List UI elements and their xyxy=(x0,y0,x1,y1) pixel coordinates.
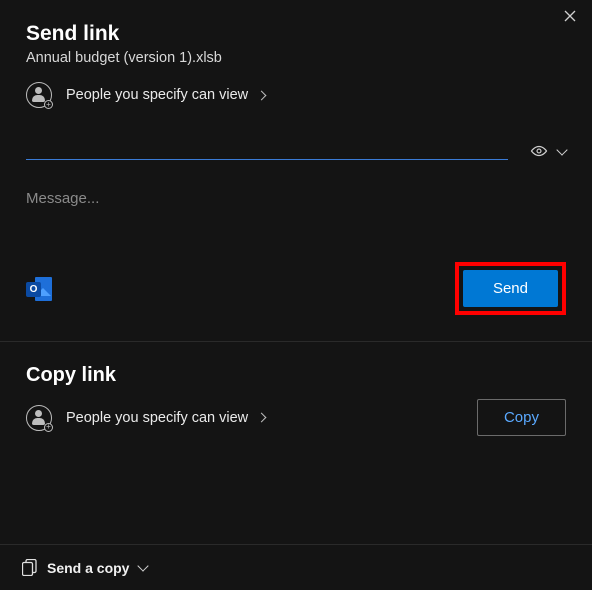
copy-button[interactable]: Copy xyxy=(477,399,566,436)
eye-icon xyxy=(530,144,548,158)
message-input[interactable] xyxy=(26,190,566,207)
send-link-title: Send link xyxy=(26,22,566,46)
send-action-row: O Send xyxy=(26,262,566,341)
copy-link-section: Copy link + People you specify can view … xyxy=(0,342,592,460)
send-button-highlight: Send xyxy=(455,262,566,315)
file-name: Annual budget (version 1).xlsb xyxy=(26,50,566,66)
people-icon: + xyxy=(26,82,52,108)
send-button[interactable]: Send xyxy=(463,270,558,307)
copy-document-icon xyxy=(22,559,37,576)
permission-settings-button[interactable]: + People you specify can view xyxy=(26,80,265,110)
send-a-copy-button[interactable]: Send a copy xyxy=(22,559,147,576)
recipient-input[interactable] xyxy=(26,134,508,160)
chevron-right-icon xyxy=(257,413,267,423)
copy-permission-text: People you specify can view xyxy=(66,410,248,426)
close-icon xyxy=(564,9,576,27)
copy-permission-settings-button[interactable]: + People you specify can view xyxy=(26,403,265,433)
permission-text: People you specify can view xyxy=(66,87,248,103)
chevron-right-icon xyxy=(257,90,267,100)
footer: Send a copy xyxy=(0,544,592,590)
recipient-row xyxy=(26,134,566,160)
people-icon: + xyxy=(26,405,52,431)
view-options-dropdown[interactable] xyxy=(530,144,566,158)
send-link-section: Send link Annual budget (version 1).xlsb… xyxy=(0,0,592,341)
close-button[interactable] xyxy=(560,8,580,28)
send-a-copy-label: Send a copy xyxy=(47,560,129,576)
chevron-down-icon xyxy=(556,144,567,155)
copy-link-title: Copy link xyxy=(26,364,566,387)
chevron-down-icon xyxy=(138,560,149,571)
outlook-icon[interactable]: O xyxy=(26,277,52,301)
